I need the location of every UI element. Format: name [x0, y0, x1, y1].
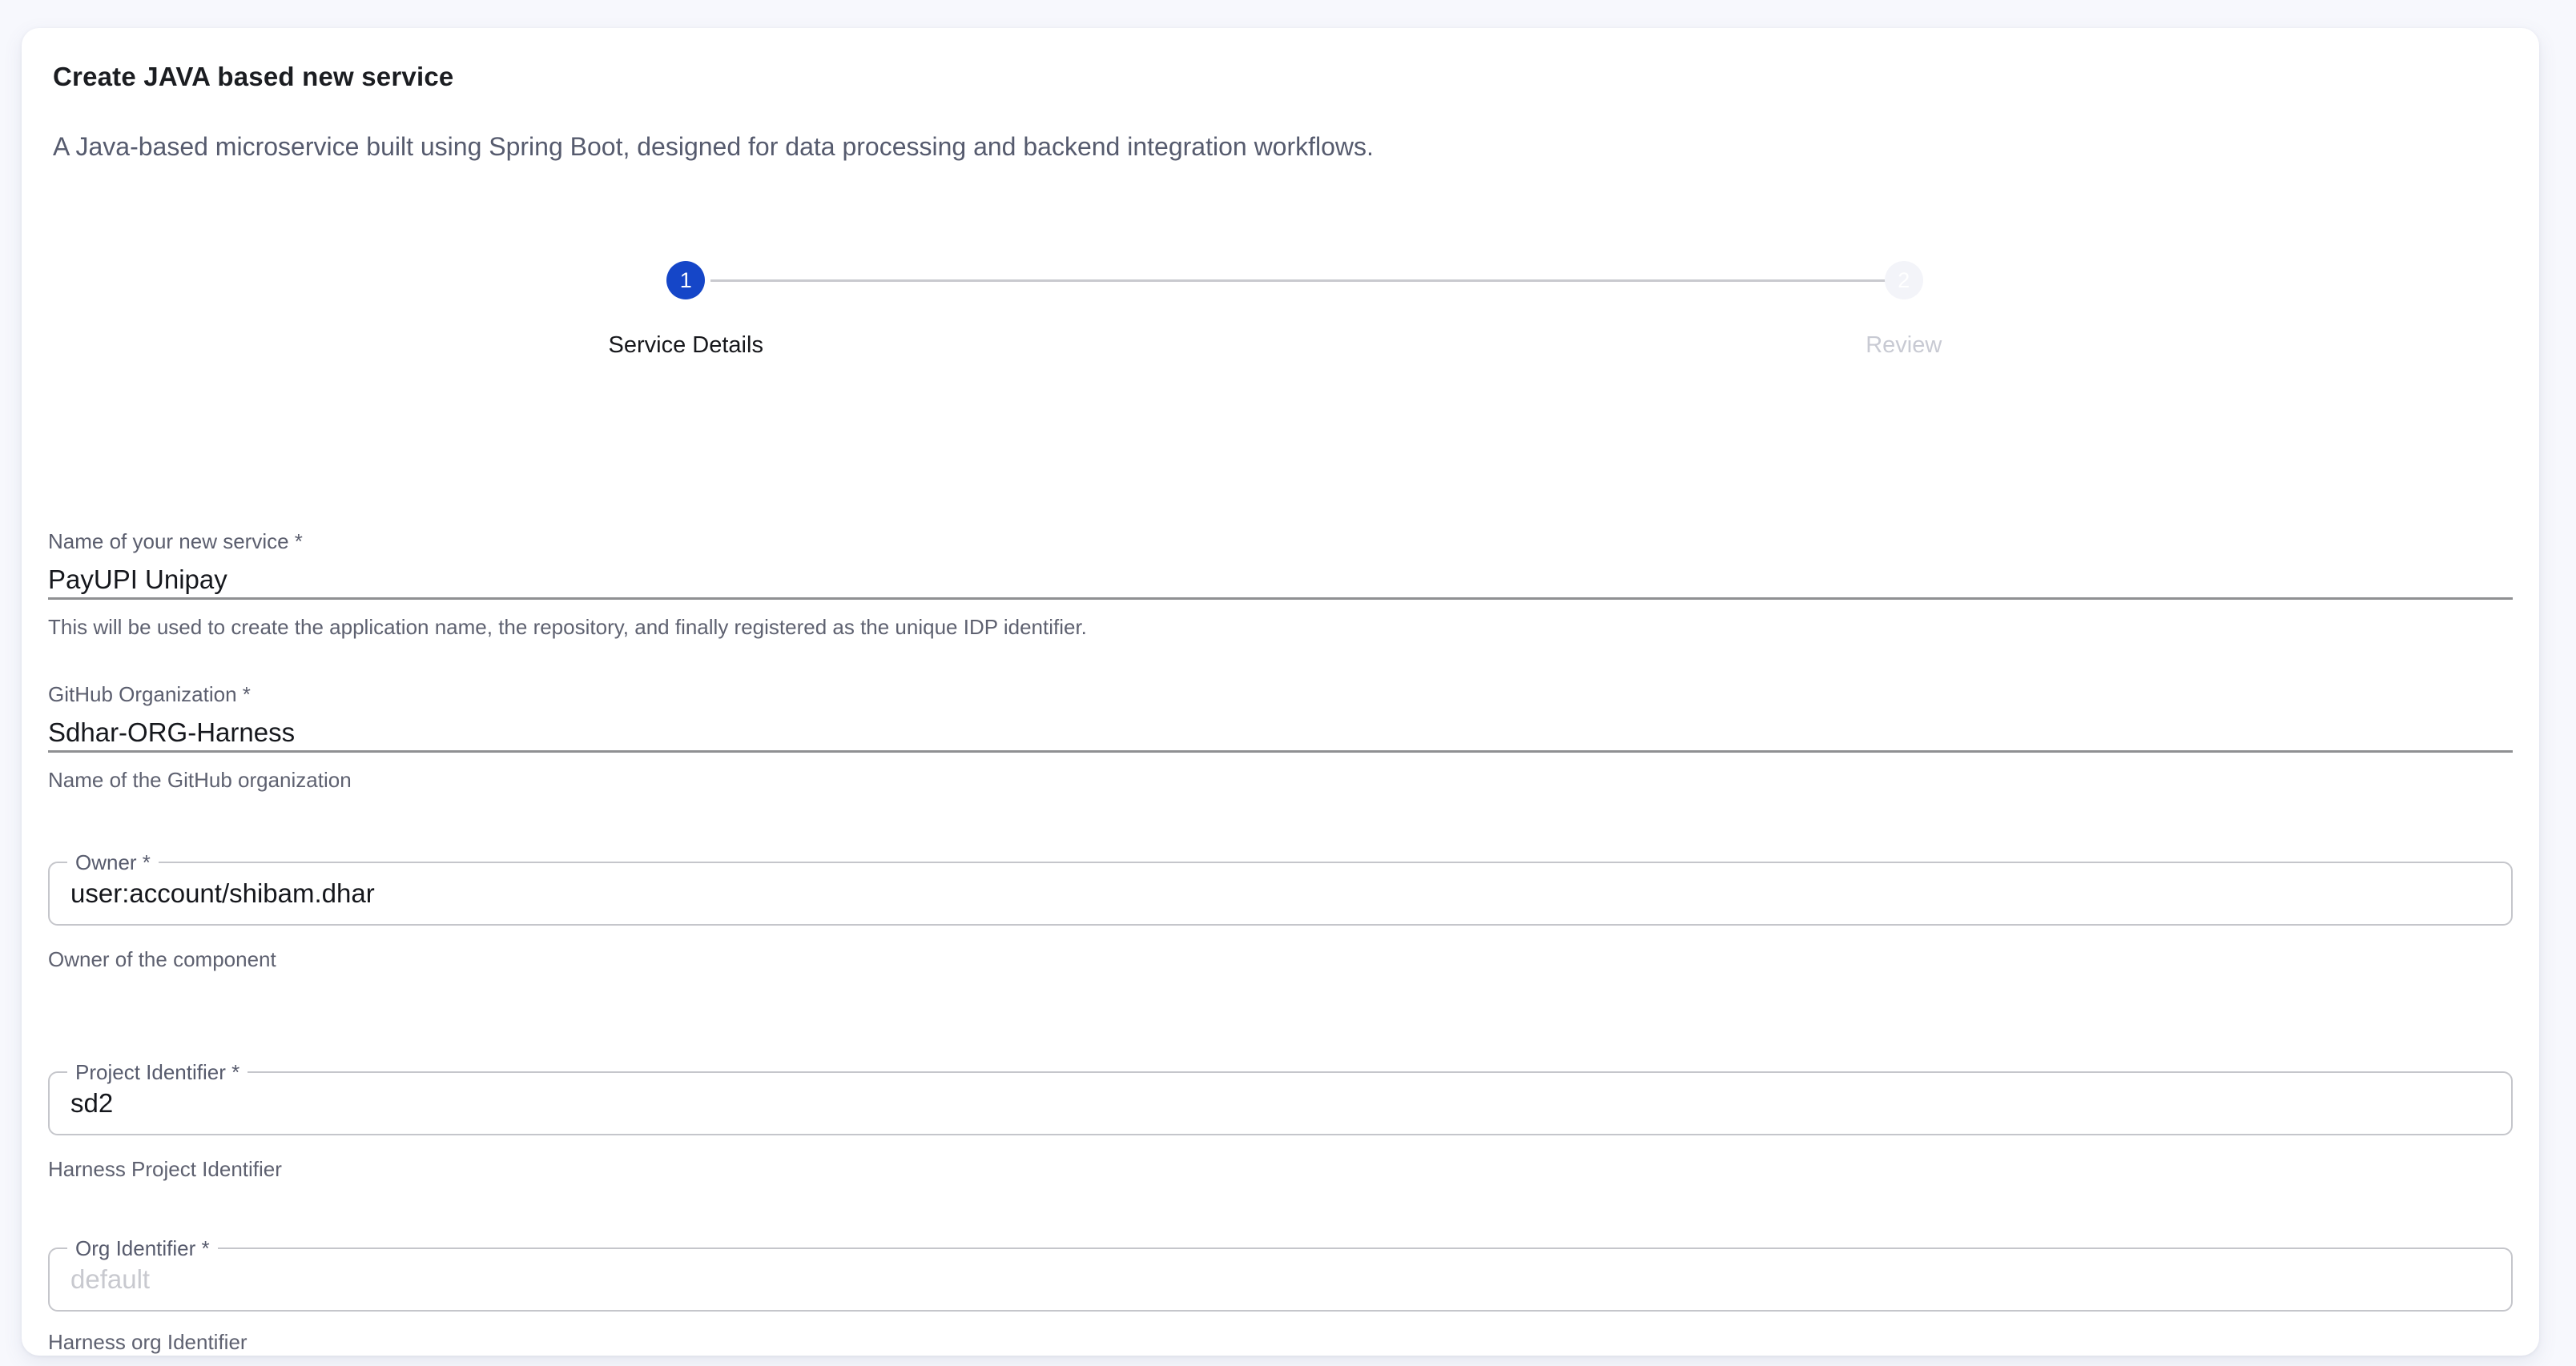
field-github-org: GitHub Organization * Name of the GitHub…	[48, 681, 2513, 793]
step-1-indicator: 1	[666, 261, 705, 299]
owner-helper: Owner of the component	[48, 946, 2513, 972]
step-2-number: 2	[1898, 268, 1910, 293]
step-1-label: Service Details	[609, 330, 763, 360]
field-project-identifier: Project Identifier * Harness Project Ide…	[48, 1071, 2513, 1182]
step-2-indicator: 2	[1885, 261, 1923, 299]
field-owner: Owner * Owner of the component	[48, 862, 2513, 972]
owner-input[interactable]	[50, 863, 2511, 924]
project-identifier-helper: Harness Project Identifier	[48, 1156, 2513, 1182]
owner-input-box[interactable]: Owner *	[48, 862, 2513, 926]
field-org-identifier: Org Identifier * Harness org Identifier	[48, 1247, 2513, 1355]
stepper: 1 Service Details 2 Review	[48, 261, 2513, 360]
field-service-name: Name of your new service * This will be …	[48, 528, 2513, 640]
org-identifier-input-box[interactable]: Org Identifier *	[48, 1247, 2513, 1312]
page-subtitle: A Java-based microservice built using Sp…	[53, 130, 2513, 163]
service-name-helper: This will be used to create the applicat…	[48, 614, 2513, 640]
org-identifier-label: Org Identifier *	[67, 1236, 218, 1260]
stepper-connector	[710, 279, 1886, 282]
step-1-number: 1	[680, 268, 692, 293]
service-details-form: Name of your new service * This will be …	[48, 528, 2513, 1355]
service-name-input[interactable]	[48, 562, 2513, 600]
project-identifier-input[interactable]	[50, 1073, 2511, 1134]
github-org-helper: Name of the GitHub organization	[48, 767, 2513, 793]
step-service-details[interactable]: 1 Service Details	[77, 261, 1295, 360]
project-identifier-label: Project Identifier *	[67, 1060, 248, 1084]
step-2-label: Review	[1866, 330, 1942, 360]
github-org-input[interactable]	[48, 715, 2513, 753]
service-name-label: Name of your new service *	[48, 528, 2513, 554]
project-identifier-input-box[interactable]: Project Identifier *	[48, 1071, 2513, 1135]
github-org-label: GitHub Organization *	[48, 681, 2513, 707]
page-title: Create JAVA based new service	[53, 60, 2513, 94]
org-identifier-helper: Harness org Identifier	[48, 1329, 2513, 1355]
create-service-card: Create JAVA based new service A Java-bas…	[22, 28, 2539, 1356]
owner-label: Owner *	[67, 850, 159, 874]
org-identifier-input[interactable]	[50, 1249, 2511, 1310]
step-review[interactable]: 2 Review	[1295, 261, 2514, 360]
